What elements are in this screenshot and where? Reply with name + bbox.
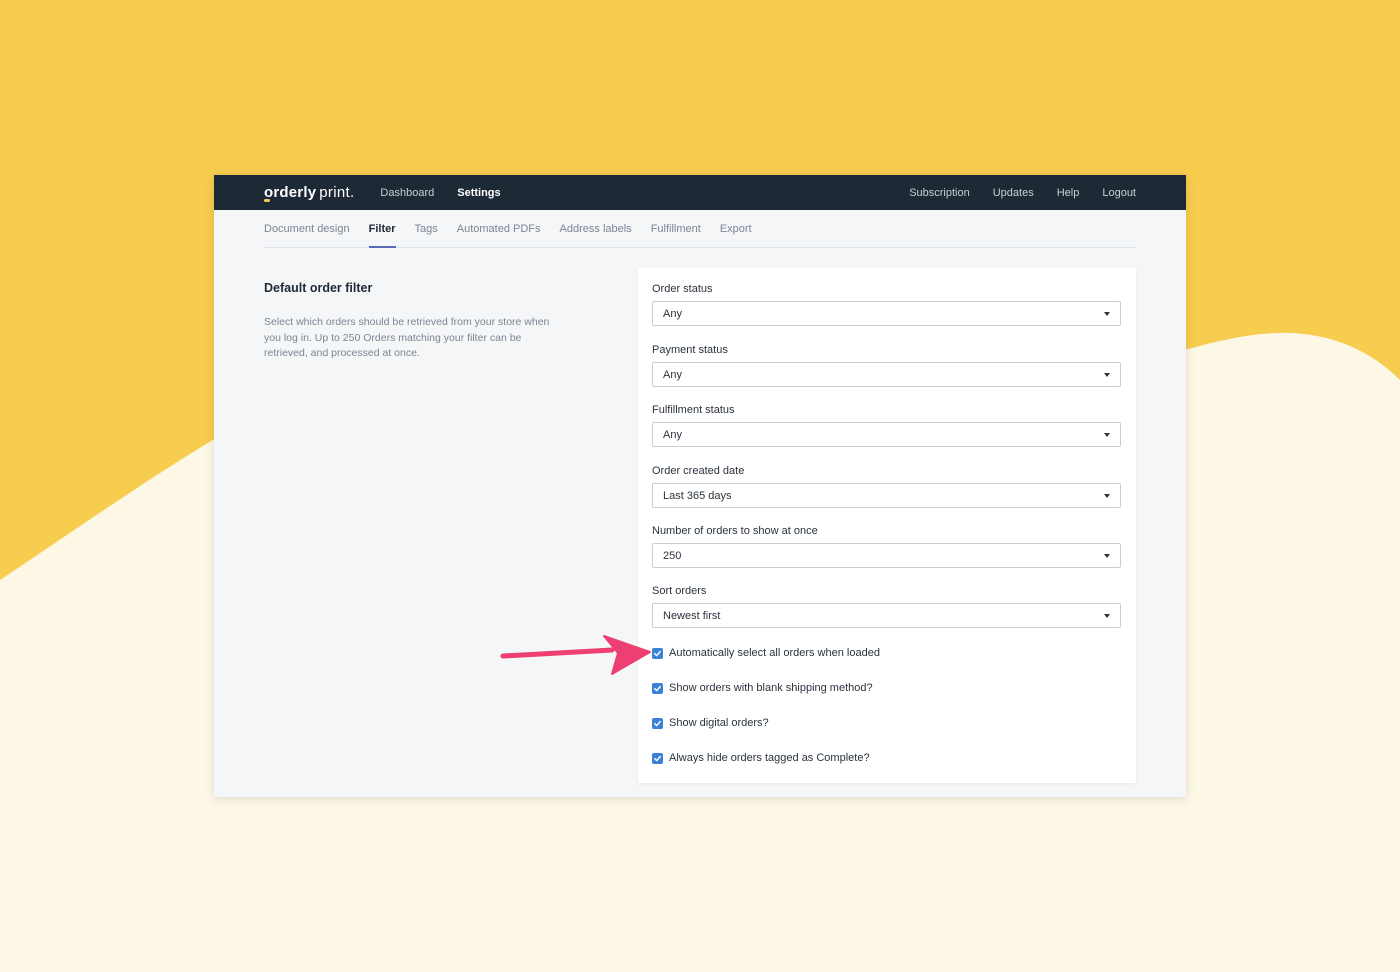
- payment-status-label: Payment status: [652, 344, 728, 356]
- brand-logo[interactable]: orderly print.: [264, 184, 355, 202]
- tab-export[interactable]: Export: [720, 210, 752, 248]
- payment-status-value: Any: [663, 368, 682, 381]
- tab-tags[interactable]: Tags: [415, 210, 438, 248]
- filter-form-card: Order status Any Payment status Any Fulf…: [638, 268, 1136, 783]
- order-status-select[interactable]: Any: [652, 301, 1121, 326]
- topnav-subscription[interactable]: Subscription: [909, 187, 970, 199]
- checkmark-icon: [654, 755, 661, 761]
- topnav-updates[interactable]: Updates: [993, 187, 1034, 199]
- pointer-arrow-icon: [500, 635, 651, 675]
- sort-orders-select[interactable]: Newest first: [652, 603, 1121, 628]
- order-status-value: Any: [663, 307, 682, 320]
- auto-select-orders-option: Automatically select all orders when loa…: [652, 646, 880, 660]
- digital-orders-option: Show digital orders?: [652, 716, 769, 730]
- brand-name-light: print.: [319, 184, 355, 201]
- fulfillment-status-label: Fulfillment status: [652, 404, 735, 416]
- hide-complete-option: Always hide orders tagged as Complete?: [652, 751, 870, 765]
- orders-per-page-value: 250: [663, 549, 682, 562]
- checkmark-icon: [654, 720, 661, 726]
- topnav-dashboard[interactable]: Dashboard: [380, 187, 434, 199]
- app-window: orderly print. Dashboard Settings Subscr…: [214, 175, 1186, 797]
- order-created-date-label: Order created date: [652, 465, 745, 477]
- sort-orders-label: Sort orders: [652, 585, 707, 597]
- orders-per-page-label: Number of orders to show at once: [652, 525, 818, 537]
- tab-document-design[interactable]: Document design: [264, 210, 350, 248]
- digital-orders-label: Show digital orders?: [669, 717, 769, 729]
- order-created-date-field: Order created date Last 365 days: [652, 464, 1121, 508]
- fulfillment-status-field: Fulfillment status Any: [652, 403, 1121, 447]
- topnav-settings[interactable]: Settings: [457, 187, 500, 199]
- payment-status-field: Payment status Any: [652, 343, 1121, 387]
- order-created-date-select[interactable]: Last 365 days: [652, 483, 1121, 508]
- section-description: Select which orders should be retrieved …: [264, 316, 550, 359]
- section-title: Default order filter: [264, 281, 373, 295]
- blank-shipping-checkbox[interactable]: [652, 682, 663, 694]
- hide-complete-checkbox[interactable]: [652, 752, 663, 764]
- fulfillment-status-select[interactable]: Any: [652, 422, 1121, 447]
- orders-per-page-select[interactable]: 250: [652, 543, 1121, 568]
- fulfillment-status-value: Any: [663, 428, 682, 441]
- sort-orders-field: Sort orders Newest first: [652, 584, 1121, 628]
- caret-down-icon: [1104, 613, 1110, 618]
- payment-status-select[interactable]: Any: [652, 362, 1121, 387]
- caret-down-icon: [1104, 493, 1110, 498]
- settings-tabs: Document design Filter Tags Automated PD…: [264, 210, 1136, 248]
- order-created-date-value: Last 365 days: [663, 489, 732, 502]
- checkmark-icon: [654, 685, 661, 691]
- logo-accent-mark: [264, 199, 270, 202]
- tab-filter[interactable]: Filter: [368, 210, 396, 248]
- hide-complete-label: Always hide orders tagged as Complete?: [669, 752, 870, 764]
- blank-shipping-option: Show orders with blank shipping method?: [652, 681, 873, 695]
- brand-name-bold: orderly: [264, 184, 317, 201]
- orders-per-page-field: Number of orders to show at once 250: [652, 524, 1121, 568]
- caret-down-icon: [1104, 432, 1110, 437]
- top-navbar: orderly print. Dashboard Settings Subscr…: [214, 175, 1186, 210]
- tab-address-labels[interactable]: Address labels: [560, 210, 632, 248]
- auto-select-orders-label: Automatically select all orders when loa…: [669, 647, 880, 659]
- order-status-field: Order status Any: [652, 282, 1121, 326]
- topnav-left: Dashboard Settings: [380, 187, 523, 199]
- order-status-label: Order status: [652, 283, 713, 295]
- digital-orders-checkbox[interactable]: [652, 717, 663, 729]
- caret-down-icon: [1104, 553, 1110, 558]
- topnav-logout[interactable]: Logout: [1102, 187, 1136, 199]
- sort-orders-value: Newest first: [663, 609, 721, 622]
- caret-down-icon: [1104, 372, 1110, 377]
- tab-automated-pdfs[interactable]: Automated PDFs: [457, 210, 541, 248]
- blank-shipping-label: Show orders with blank shipping method?: [669, 682, 873, 694]
- topnav-help[interactable]: Help: [1057, 187, 1080, 199]
- topnav-right: Subscription Updates Help Logout: [886, 187, 1136, 199]
- tab-fulfillment[interactable]: Fulfillment: [651, 210, 701, 248]
- caret-down-icon: [1104, 311, 1110, 316]
